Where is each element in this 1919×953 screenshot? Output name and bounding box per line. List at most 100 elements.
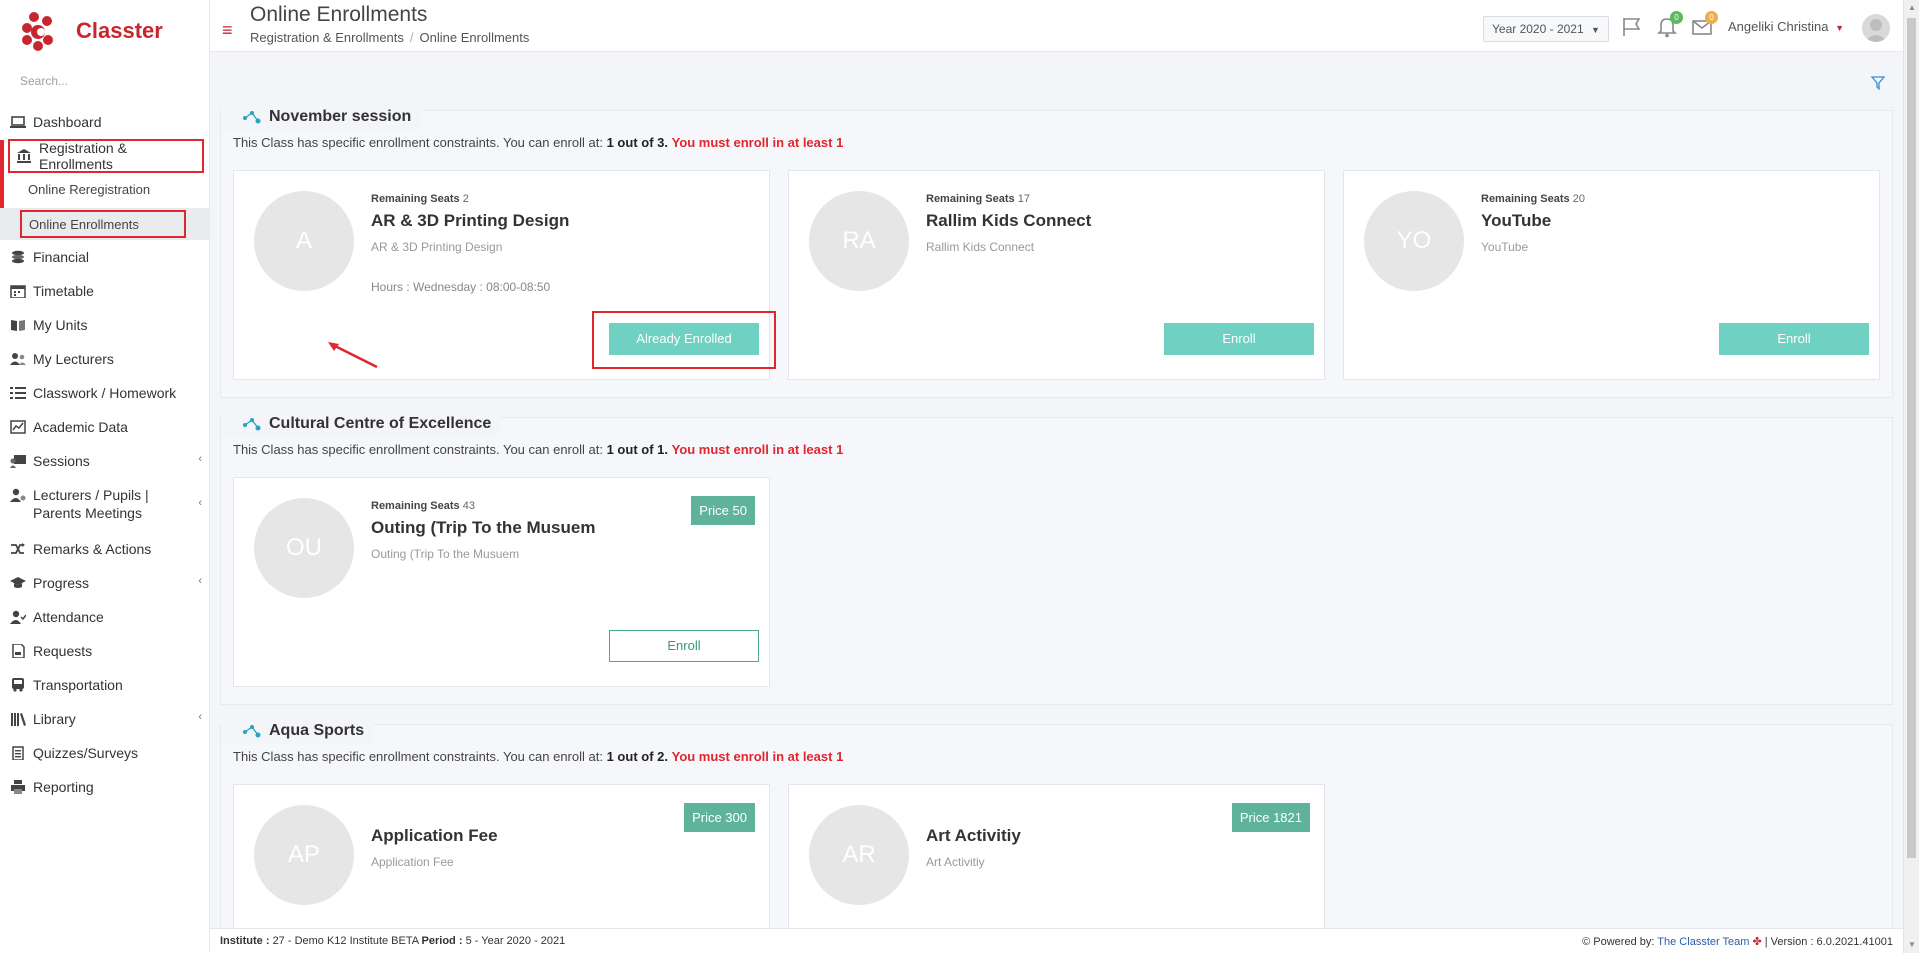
classter-logo-icon [20, 10, 56, 52]
sidebar-item-my-units[interactable]: My Units [0, 308, 210, 342]
constraint-prefix: This Class has specific enrollment const… [233, 442, 603, 457]
section-november-session: November session This Class has specific… [220, 104, 1893, 398]
sidebar-item-label: Remarks & Actions [33, 541, 152, 557]
enroll-button[interactable]: Enroll [1719, 323, 1869, 355]
powered-link[interactable]: The Classter Team [1657, 936, 1749, 948]
flag-icon[interactable] [1621, 16, 1643, 38]
constraint-value: 1 out of 1. [606, 442, 668, 457]
sidebar-item-library[interactable]: Library ‹ [0, 702, 210, 736]
constraint-must: You must enroll in at least 1 [671, 749, 844, 764]
sidebar-item-label: Transportation [33, 677, 123, 693]
constraint-value: 1 out of 3. [606, 135, 668, 150]
sidebar-item-transportation[interactable]: Transportation [0, 668, 210, 702]
chevron-left-icon: ‹ [198, 711, 202, 723]
sidebar-item-quizzes[interactable]: Quizzes/Surveys [0, 736, 210, 770]
sidebar-item-label: Financial [33, 249, 90, 265]
annotation-arrow-icon [328, 342, 378, 369]
sidebar-item-label: Quizzes/Surveys [33, 745, 139, 761]
course-initials: OU [254, 498, 354, 598]
sidebar-item-label: Sessions [33, 453, 90, 469]
course-subtitle: Rallim Kids Connect [926, 240, 1035, 254]
course-initials: AR [809, 805, 909, 905]
enroll-button[interactable]: Enroll [609, 630, 759, 662]
scrollbar-thumb[interactable] [1907, 18, 1916, 858]
breadcrumb-item-current: Online Enrollments [419, 30, 530, 45]
meeting-icon [10, 488, 26, 502]
sidebar-subitem-label: Online Enrollments [29, 216, 139, 232]
laptop-icon [10, 116, 26, 128]
sidebar-item-academic-data[interactable]: Academic Data [0, 410, 210, 444]
envelope-icon[interactable]: 0 [1691, 11, 1718, 38]
top-header: ≡ Online Enrollments Registration & Enro… [210, 0, 1905, 52]
section-title: November session [221, 104, 422, 130]
shuffle-icon [11, 543, 25, 554]
bell-icon[interactable]: 0 [1656, 11, 1683, 38]
caret-down-icon: ▼ [1835, 23, 1844, 33]
course-name: Application Fee [371, 826, 498, 845]
logo[interactable]: Classter [0, 0, 209, 62]
sidebar-item-requests[interactable]: Requests [0, 634, 210, 668]
sidebar-item-registration[interactable]: Registration & Enrollments [8, 139, 204, 173]
course-card: RA Remaining Seats 17 Rallim Kids Connec… [788, 170, 1325, 380]
sidebar-item-financial[interactable]: Financial [0, 240, 210, 274]
scrollbar[interactable]: ▲ ▼ [1903, 0, 1919, 953]
course-initials: A [254, 191, 354, 291]
constraint-prefix: This Class has specific enrollment const… [233, 749, 603, 764]
course-card: AP Application Fee Application Fee Price… [233, 784, 770, 928]
users-icon [10, 353, 26, 365]
price-badge: Price 300 [684, 803, 755, 832]
sidebar-item-progress[interactable]: Progress ‹ [0, 566, 210, 600]
sidebar-item-dashboard[interactable]: Dashboard [0, 105, 210, 139]
course-name: AR & 3D Printing Design [371, 211, 570, 230]
remaining-seats: Remaining Seats 43 [371, 500, 475, 512]
book-icon [11, 320, 25, 331]
sidebar-item-remarks[interactable]: Remarks & Actions [0, 532, 210, 566]
filter-icon[interactable] [1870, 76, 1886, 91]
year-select[interactable]: Year 2020 - 2021 ▼ [1483, 16, 1609, 42]
chart-icon [10, 420, 26, 434]
page-title: Online Enrollments [250, 3, 428, 26]
scroll-up-icon[interactable]: ▲ [1908, 3, 1916, 12]
sidebar-item-classwork[interactable]: Classwork / Homework [0, 376, 210, 410]
course-initials: AP [254, 805, 354, 905]
year-select-value: Year 2020 - 2021 [1492, 22, 1584, 36]
remaining-seats: Remaining Seats 20 [1481, 193, 1585, 205]
constraint-must: You must enroll in at least 1 [671, 442, 844, 457]
sidebar-item-attendance[interactable]: Attendance [0, 600, 210, 634]
scroll-down-icon[interactable]: ▼ [1908, 940, 1916, 949]
course-subtitle: AR & 3D Printing Design [371, 240, 503, 254]
sidebar-item-label: Registration & Enrollments [39, 140, 127, 172]
course-subtitle: Art Activitiy [926, 855, 985, 869]
course-subtitle: Application Fee [371, 855, 454, 869]
classter-small-icon: ✤ [1752, 936, 1762, 948]
section-title: Aqua Sports [221, 718, 375, 744]
sidebar-subitem-online-enrollments[interactable]: Online Enrollments [20, 210, 186, 238]
period-label: Period : [421, 935, 463, 947]
sidebar-item-timetable[interactable]: Timetable [0, 274, 210, 308]
sidebar-item-my-lecturers[interactable]: My Lecturers [0, 342, 210, 376]
chevron-left-icon: ‹ [198, 497, 202, 509]
clipboard-icon [12, 746, 24, 760]
sidebar-item-meetings[interactable]: Lecturers / Pupils | Parents Meetings ‹ [0, 478, 210, 532]
sidebar: Classter Search... Dashboard Registratio… [0, 0, 210, 953]
network-icon [243, 725, 261, 738]
sidebar-subitem-online-reregistration[interactable]: Online Reregistration [0, 173, 210, 206]
constraint-prefix: This Class has specific enrollment const… [233, 135, 603, 150]
course-hours: Hours : Wednesday : 08:00-08:50 [371, 280, 551, 294]
sidebar-item-label: Timetable [33, 283, 94, 299]
breadcrumb-item-registration[interactable]: Registration & Enrollments [250, 30, 404, 45]
sidebar-item-label: Classwork / Homework [33, 385, 177, 401]
sidebar-item-sessions[interactable]: Sessions ‹ [0, 444, 210, 478]
menu-toggle-icon[interactable]: ≡ [222, 21, 233, 39]
constraint-text: This Class has specific enrollment const… [233, 749, 843, 764]
avatar[interactable] [1862, 14, 1890, 42]
seats-label: Remaining Seats [1481, 193, 1570, 205]
price-badge: Price 1821 [1231, 803, 1310, 832]
search-input[interactable]: Search... [0, 62, 209, 100]
sidebar-item-label: Library [33, 711, 76, 727]
sidebar-item-reporting[interactable]: Reporting [0, 770, 210, 804]
user-menu[interactable]: Angeliki Christina ▼ [1728, 19, 1844, 34]
library-icon [11, 713, 26, 726]
constraint-must: You must enroll in at least 1 [671, 135, 844, 150]
enroll-button[interactable]: Enroll [1164, 323, 1314, 355]
